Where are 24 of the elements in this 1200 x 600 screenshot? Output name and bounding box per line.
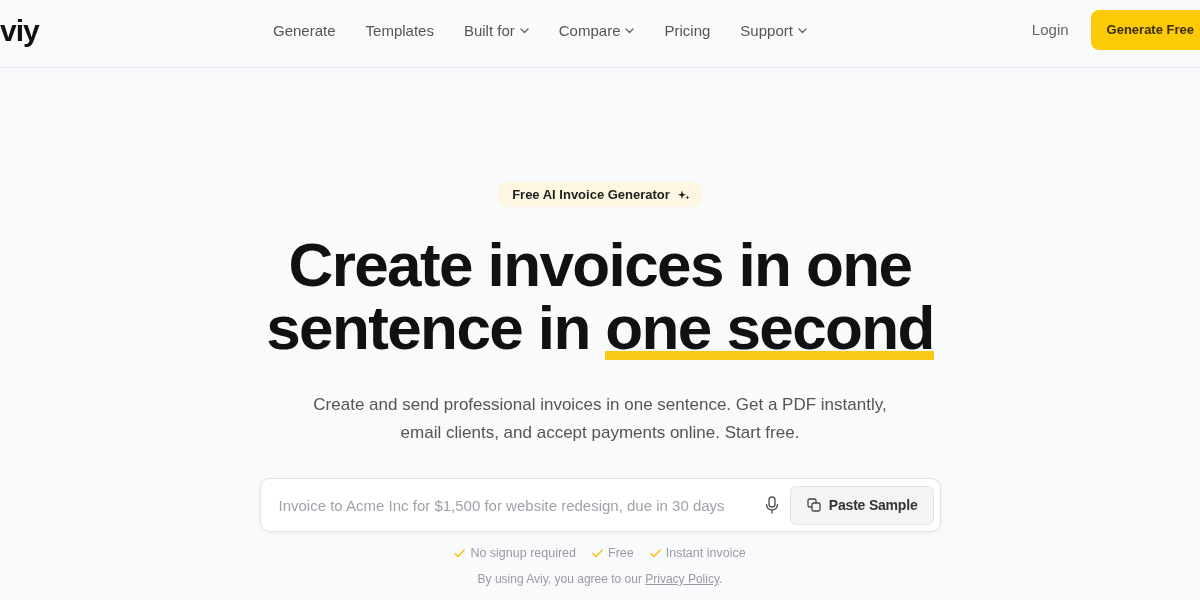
- nav-link[interactable]: Compare: [558, 22, 635, 39]
- perk-text: Instant invoice: [665, 546, 746, 560]
- check-icon: [592, 548, 603, 558]
- microphone-icon[interactable]: [763, 496, 780, 514]
- nav-link[interactable]: Templates: [365, 22, 434, 39]
- nav-link[interactable]: Generate: [273, 22, 336, 39]
- subtitle: Create and send professional invoices in one sentence. Get a PDF instantly, email clients, and accept payments online. Start free.: [312, 394, 888, 444]
- badge-text: Free AI Invoice Generator: [512, 187, 670, 202]
- prompt-field[interactable]: Invoice to Acme Inc for $1,500 for website redesign, due in 30 days Paste Sample: [259, 478, 941, 532]
- headline: Create invoices in one sentence in one second: [265, 233, 935, 359]
- check-icon: [649, 548, 661, 558]
- consent-text: By using Aviy, you agree to our Privacy Policy.: [477, 572, 723, 586]
- login-link[interactable]: Login: [1031, 21, 1069, 38]
- sparkle-icon: [677, 189, 690, 200]
- check-icon: [454, 548, 466, 558]
- nav-link[interactable]: Support: [740, 22, 807, 39]
- paste-sample-button[interactable]: Paste Sample: [789, 485, 934, 525]
- perk-text: Free: [608, 546, 634, 560]
- generate-free-button[interactable]: Generate Free: [1090, 9, 1200, 50]
- nav-link[interactable]: Pricing: [664, 22, 711, 39]
- copy-icon: [806, 498, 821, 512]
- logo-text[interactable]: viy: [0, 13, 240, 48]
- nav-link[interactable]: Built for: [463, 22, 529, 39]
- perk-text: No signup required: [470, 546, 576, 560]
